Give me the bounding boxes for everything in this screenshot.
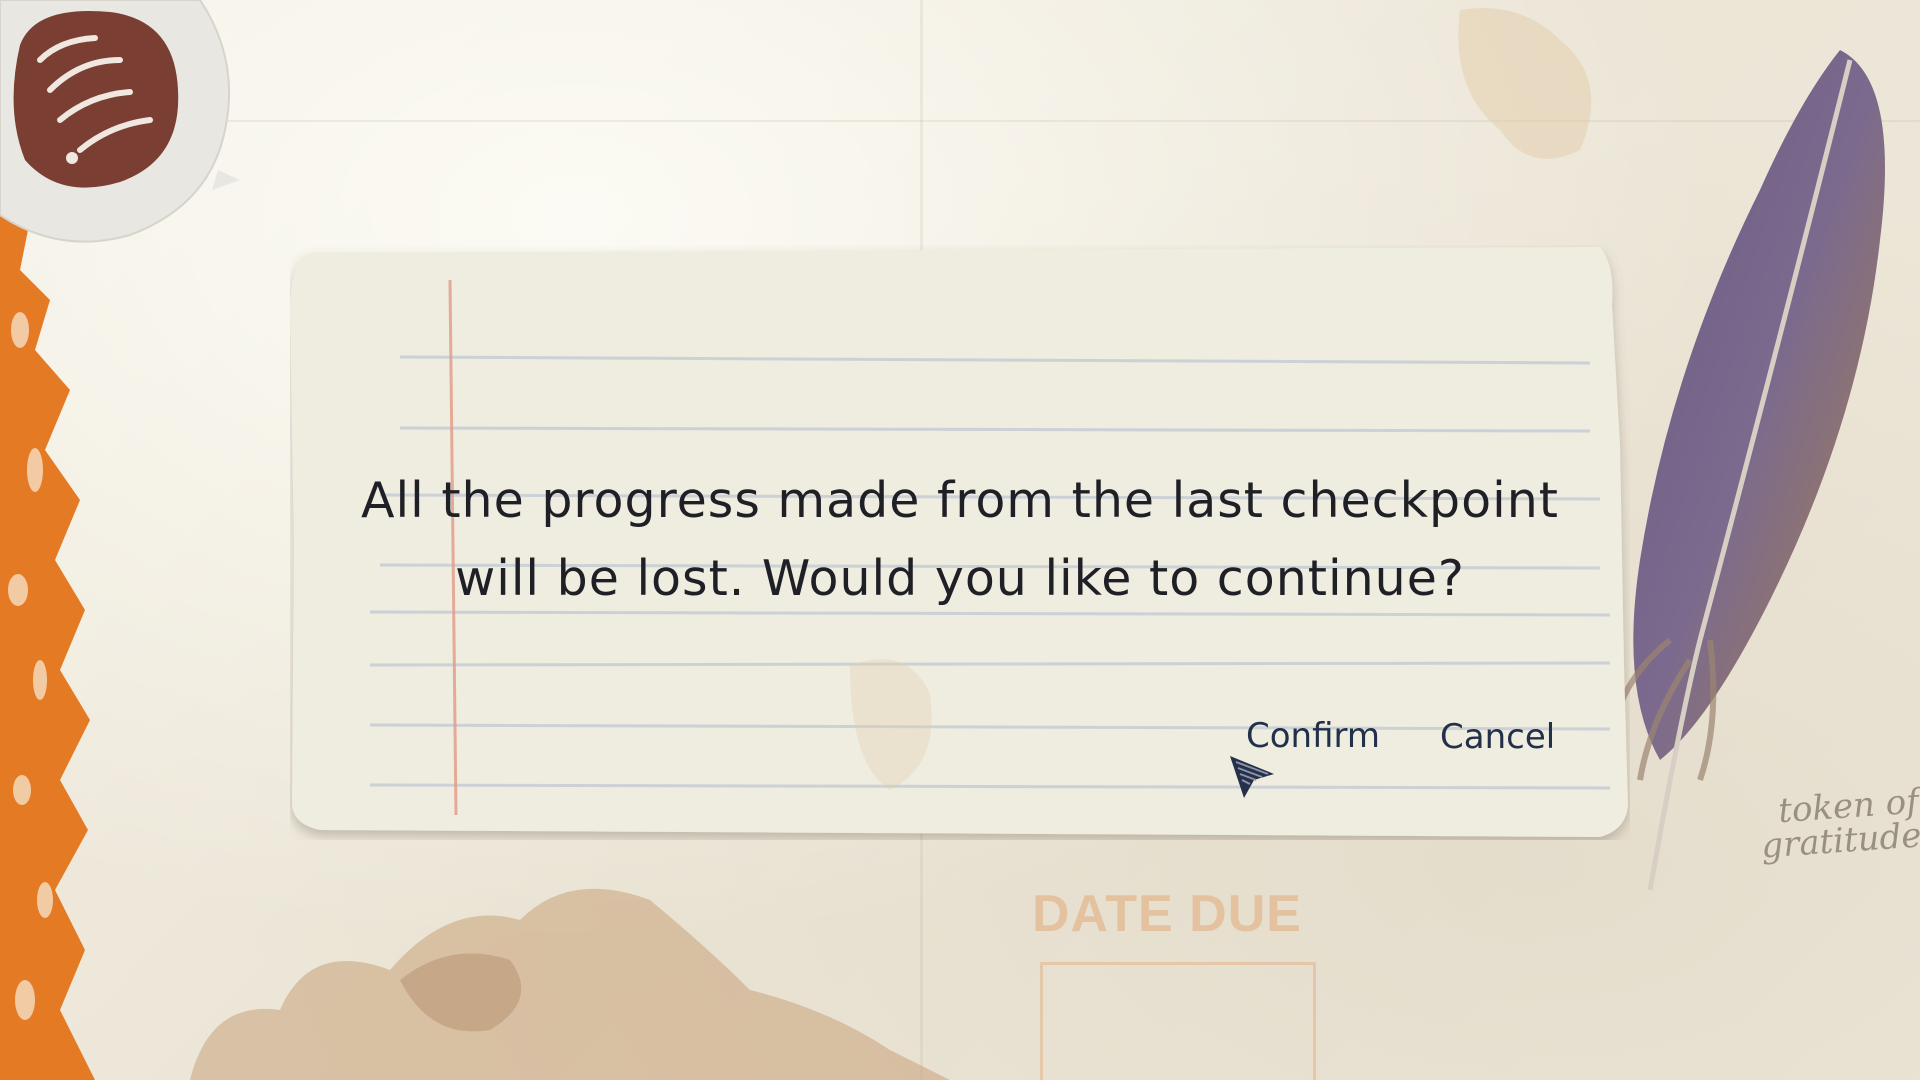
date-due-box: [1040, 962, 1316, 1080]
confirm-button[interactable]: Confirm: [1246, 716, 1380, 756]
dialog-message-line: All the progress made from the last chec…: [361, 472, 1559, 529]
dialog-message-line: will be lost. Would you like to continue…: [455, 550, 1465, 607]
orange-ribbon-decoration: [0, 210, 95, 1080]
dialog-message: All the progress made from the last chec…: [360, 462, 1560, 618]
handwritten-note: token of gratitude: [1759, 781, 1920, 867]
coffee-stain: [190, 888, 950, 1080]
cancel-button[interactable]: Cancel: [1440, 717, 1555, 757]
pointer-cursor-icon: [1230, 756, 1274, 798]
character-head-icon: [13, 10, 179, 188]
character-avatar: [0, 0, 240, 243]
date-due-stamp: DATE DUE: [1032, 885, 1302, 943]
